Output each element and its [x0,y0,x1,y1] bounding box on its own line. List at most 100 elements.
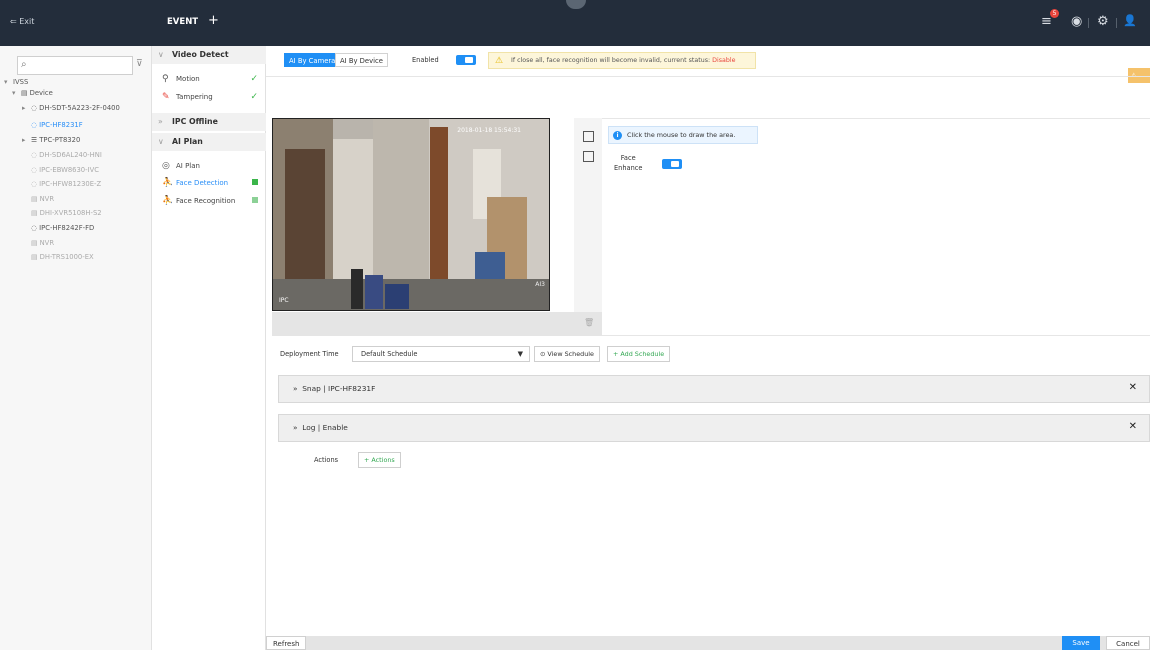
tree-node-device-5[interactable]: ◌ IPC-EBW8630-IVC [31,166,99,174]
view-schedule-button[interactable]: ⊙ View Schedule [534,346,600,362]
check-icon: ✓ [250,92,258,102]
expand-icon: ▸ [22,136,26,144]
bottom-bar: Refresh Save Cancel [266,636,1150,650]
collapse-handle[interactable] [566,0,586,9]
search-icon: ⌕ [21,59,27,70]
actions-label: Actions [314,456,339,464]
add-tab-button[interactable]: + [208,13,219,28]
divider [1116,18,1117,28]
expand-icon: ▸ [22,104,26,112]
video-timestamp: 2018-01-18 15:54:31 [457,127,521,134]
draw-target-filter-icon[interactable] [583,151,594,162]
filter-icon[interactable]: ⊽ [136,59,143,69]
group-ai-plan[interactable]: ∨ AI Plan [152,133,266,151]
top-bar: ⇐ Exit EVENT + ≡ 5 ◉ ⚙ 👤 [0,0,1150,46]
warning-icon: ⚠ [495,56,504,66]
chevron-right-icon: » [293,384,303,393]
deployment-time-label: Deployment Time [280,350,339,358]
info-icon: i [613,131,622,140]
trash-icon[interactable]: 🗑 [584,318,594,327]
warning-status: Disable [712,57,736,64]
video-control-bar [272,312,602,336]
check-icon: ✓ [250,74,258,84]
event-motion[interactable]: ⚲ Motion ✓ [162,74,266,84]
globe-icon[interactable]: ◉ [1071,14,1082,29]
ai-by-camera-tab[interactable]: AI By Camera [284,53,341,67]
ai-by-device-tab[interactable]: AI By Device [335,53,388,67]
chevron-down-icon: ∨ [158,137,164,146]
tree-node-device[interactable]: ▾ ▤ Device [12,89,53,97]
chevron-right-icon: » [158,117,163,126]
schedule-select[interactable]: Default Schedule ▼ [352,346,530,362]
enabled-indicator [252,179,258,185]
exit-button[interactable]: ⇐ Exit [10,17,34,26]
expand-icon: ▾ [12,89,16,97]
tree-node-device-1[interactable]: ▸ ◌ DH-SDT-5A223-2F-0400 [22,104,120,112]
add-actions-button[interactable]: + Actions [358,452,401,468]
save-button[interactable]: Save [1062,636,1100,650]
close-icon[interactable]: ✕ [1129,382,1137,393]
camera-icon: ◌ [31,121,40,129]
caret-down-icon: ▼ [517,350,523,358]
video-preview[interactable]: 2018-01-18 15:54:31 IPC AI3 [272,118,550,311]
event-list-panel: ∨ Video Detect ⚲ Motion ✓ ✎ Tampering ✓ » IPC … [152,46,266,650]
refresh-button[interactable]: Refresh [266,636,307,650]
event-tampering[interactable]: ✎ Tampering ✓ [162,92,266,102]
tree-node-device-11[interactable]: ▤ DH-TRS1000-EX [31,253,94,261]
folder-icon: ▤ [21,89,30,97]
nvr-icon: ▤ [31,195,40,203]
expand-icon: ▾ [4,78,8,86]
user-icon[interactable]: 👤 [1123,14,1137,27]
exit-icon: ⇐ [10,17,20,26]
gear-icon[interactable]: ⚙ [1097,14,1109,29]
enabled-indicator [252,197,258,203]
tree-node-device-10[interactable]: ▤ NVR [31,239,54,247]
tree-node-ivss[interactable]: ▾ IVSS [4,78,28,86]
event-ai-plan[interactable]: ◎ AI Plan [162,161,266,171]
nvr-icon: ▤ [31,209,40,217]
cancel-button[interactable]: Cancel [1106,636,1150,650]
chevron-right-icon: » [293,423,303,432]
tampering-icon: ✎ [162,92,170,102]
face-recognition-icon: ⛹ [162,196,174,206]
enabled-label: Enabled [412,56,439,64]
face-enhance-toggle[interactable] [662,159,682,169]
tree-node-device-4[interactable]: ◌ DH-SD6AL240-HNI [31,151,102,159]
video-watermark: AI3 [535,281,545,288]
main-config-panel: AI By Camera AI By Device Enabled ⚠ If c… [266,46,1150,636]
draw-tools [574,118,602,312]
snap-row[interactable]: » Snap | IPC-HF8231F ✕ [278,375,1150,403]
tree-node-device-3[interactable]: ▸ ☰ TPC-PT8320 [22,136,80,144]
event-face-recognition[interactable]: ⛹ Face Recognition [162,196,266,206]
motion-icon: ⚲ [162,74,169,84]
rule-settings-panel: i Click the mouse to draw the area. Face… [602,118,1150,336]
close-icon[interactable]: ✕ [1129,421,1137,432]
alarm-count-badge: 5 [1050,9,1059,18]
draw-area-icon[interactable] [583,131,594,142]
camera-icon: ◌ [31,104,40,112]
camera-icon: ◌ [31,224,40,232]
nvr-icon: ▤ [31,253,40,261]
info-banner: i Click the mouse to draw the area. [608,126,758,144]
add-schedule-button[interactable]: + Add Schedule [607,346,671,362]
video-channel-name: IPC [279,297,289,304]
tab-event-label: EVENT [167,17,199,27]
tree-node-device-6[interactable]: ◌ IPC-HFW81230E-Z [31,180,101,188]
group-ipc-offline[interactable]: » IPC Offline [152,113,266,131]
chevron-down-icon: ∨ [158,50,164,59]
divider [1088,18,1089,28]
warning-banner: ⚠ If close all, face recognition will be… [488,52,756,69]
group-video-detect[interactable]: ∨ Video Detect [152,46,266,64]
nvr-icon: ▤ [31,239,40,247]
tab-event[interactable]: EVENT + [152,0,252,46]
camera-icon: ◌ [31,151,40,159]
log-row[interactable]: » Log | Enable ✕ [278,414,1150,442]
event-face-detection[interactable]: ⛹ Face Detection [162,178,266,188]
tree-node-device-8[interactable]: ▤ DHI-XVR5108H-S2 [31,209,102,217]
search-input[interactable]: ⌕ [17,56,133,75]
tree-node-selected-camera[interactable]: ◌ IPC-HF8231F [31,121,83,129]
enabled-toggle[interactable] [456,55,476,65]
tree-node-device-9[interactable]: ◌ IPC-HF8242F-FD [31,224,94,232]
camera-icon: ◌ [31,166,40,174]
tree-node-device-7[interactable]: ▤ NVR [31,195,54,203]
